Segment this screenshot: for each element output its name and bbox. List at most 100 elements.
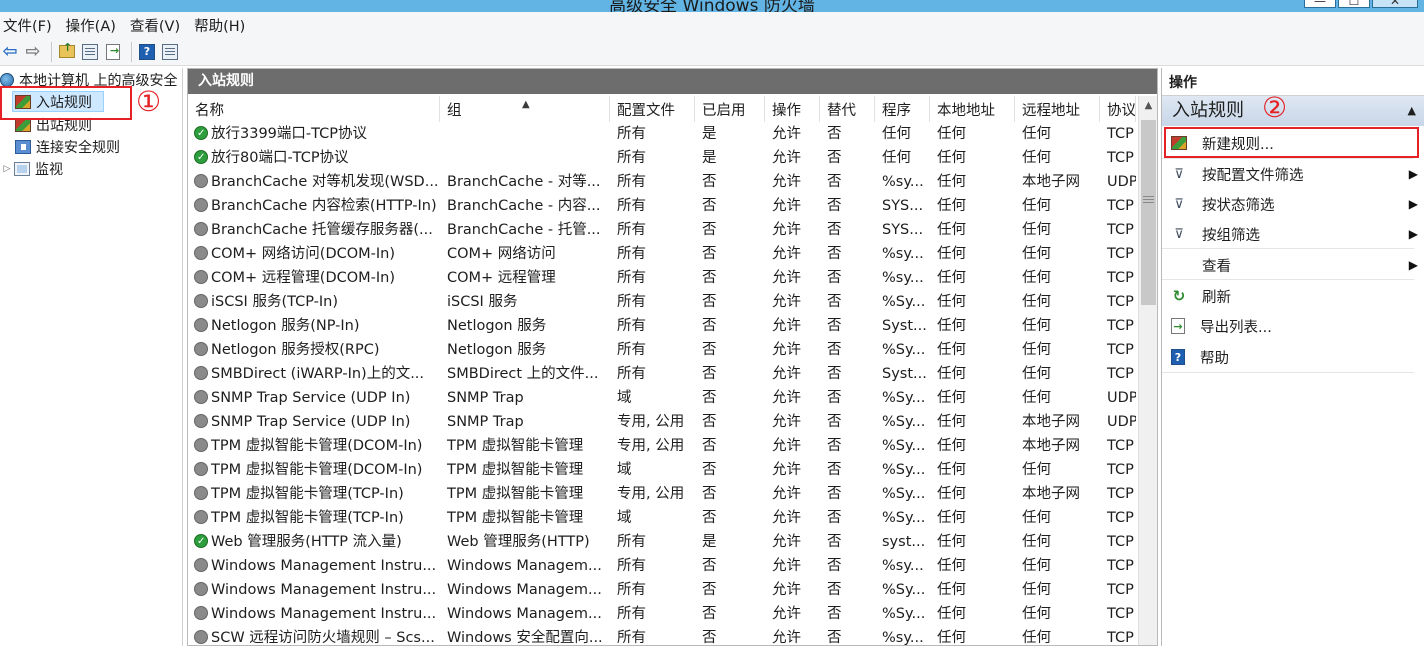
forward-icon[interactable]: ⇨ (23, 41, 43, 62)
cell-remote-address: 任何 (1015, 530, 1100, 554)
minimize-button[interactable]: — (1304, 0, 1336, 8)
rule-disabled-icon (194, 462, 208, 476)
action-item[interactable]: ⊽ 按配置文件筛选 ▶ (1162, 159, 1424, 189)
table-row[interactable]: COM+ 远程管理(DCOM-In) COM+ 远程管理 所有 否 允许 否 %sy... 任… (188, 266, 1136, 290)
cell-name-text: Netlogon 服务授权(RPC) (211, 342, 380, 358)
action-item[interactable]: 查看 ▶ (1162, 250, 1424, 280)
cell-name: TPM 虚拟智能卡管理(TCP-In) (188, 482, 440, 506)
table-row[interactable]: TPM 虚拟智能卡管理(DCOM-In) TPM 虚拟智能卡管理 专用, 公用 否 允许… (188, 434, 1136, 458)
show-hide-tree-button[interactable] (80, 42, 100, 62)
cell-group: TPM 虚拟智能卡管理 (440, 434, 610, 458)
cell-local-address-text: 任何 (937, 486, 966, 502)
expand-arrow-icon[interactable]: ▷ (2, 164, 12, 174)
column-header-local-address[interactable]: 本地地址 (930, 96, 1015, 122)
action-item[interactable]: ? 帮助 (1162, 342, 1424, 372)
table-row[interactable]: COM+ 网络访问(DCOM-In) COM+ 网络访问 所有 否 允许 否 %sy... 任… (188, 242, 1136, 266)
table-row[interactable]: TPM 虚拟智能卡管理(TCP-In) TPM 虚拟智能卡管理 专用, 公用 否 允许 否… (188, 482, 1136, 506)
cell-override: 否 (820, 242, 875, 266)
table-row[interactable]: TPM 虚拟智能卡管理(TCP-In) TPM 虚拟智能卡管理 域 否 允许 否 %Sy..… (188, 506, 1136, 530)
menu-action[interactable]: 操作(A) (60, 15, 124, 36)
scrollbar-grip-icon (1143, 196, 1154, 197)
help-button[interactable]: ? (137, 42, 157, 62)
vertical-scrollbar[interactable]: ▲ (1138, 96, 1157, 645)
annotation-number-two: ② (1262, 91, 1288, 124)
action-item[interactable]: ↻ 刷新 (1162, 281, 1424, 311)
table-row[interactable]: TPM 虚拟智能卡管理(DCOM-In) TPM 虚拟智能卡管理 域 否 允许 否 %Sy.… (188, 458, 1136, 482)
table-row[interactable]: SNMP Trap Service (UDP In) SNMP Trap 域 否 允许 否… (188, 386, 1136, 410)
cell-group-text: BranchCache - 托管... (447, 222, 601, 238)
column-header-override[interactable]: 替代 (820, 96, 875, 122)
navigation-tree: 本地计算机 上的高级安全 入站规则 出站规则 连接安全规则 ▷ 监视 (0, 68, 183, 646)
cell-local-address: 任何 (930, 578, 1015, 602)
cell-program: %Sy... (875, 602, 930, 626)
tree-item-monitoring[interactable]: ▷ 监视 (2, 158, 63, 180)
cell-enabled: 否 (695, 218, 765, 242)
column-header-action[interactable]: 操作 (765, 96, 820, 122)
cell-protocol-text: TCP (1107, 294, 1134, 310)
table-row[interactable]: SMBDirect (iWARP-In)上的文... SMBDirect 上的文件… (188, 362, 1136, 386)
cell-profile-text: 所有 (617, 198, 646, 214)
cell-local-address-text: 任何 (937, 582, 966, 598)
cell-name: BranchCache 内容检索(HTTP-In) (188, 194, 440, 218)
cell-action-text: 允许 (772, 486, 801, 502)
cell-group: SNMP Trap (440, 410, 610, 434)
table-row[interactable]: 放行80端口-TCP协议 所有 是 允许 否 任何 任何 任何 TCP (188, 146, 1136, 170)
action-item[interactable]: → 导出列表... (1162, 311, 1424, 341)
table-row[interactable]: Windows Management Instru... Windows Mana… (188, 578, 1136, 602)
table-row[interactable]: BranchCache 内容检索(HTTP-In) BranchCache - 内… (188, 194, 1136, 218)
collapse-icon[interactable]: ▲ (1408, 96, 1416, 126)
column-header-profile[interactable]: 配置文件 (610, 96, 695, 122)
cell-local-address-text: 任何 (937, 222, 966, 238)
cell-enabled: 否 (695, 434, 765, 458)
export-button[interactable] (103, 42, 123, 62)
table-row[interactable]: 放行3399端口-TCP协议 所有 是 允许 否 任何 任何 任何 TCP (188, 122, 1136, 146)
scroll-up-icon[interactable]: ▲ (1139, 96, 1157, 116)
maximize-button[interactable]: ☐ (1338, 0, 1370, 8)
table-row[interactable]: Windows Management Instru... Windows Mana… (188, 554, 1136, 578)
cell-group: Windows 安全配置向... (440, 626, 610, 645)
cell-group-text: SMBDirect 上的文件... (447, 366, 599, 382)
table-row[interactable]: Netlogon 服务授权(RPC) Netlogon 服务 所有 否 允许 否 %Sy..… (188, 338, 1136, 362)
cell-local-address: 任何 (930, 122, 1015, 146)
table-row[interactable]: SCW 远程访问防火墙规则 – Scs... Windows 安全配置向... 所有… (188, 626, 1136, 645)
cell-program: syst... (875, 530, 930, 554)
column-header-protocol[interactable]: 协议 (1100, 96, 1136, 122)
table-row[interactable]: Netlogon 服务(NP-In) Netlogon 服务 所有 否 允许 否 Syst.… (188, 314, 1136, 338)
show-action-pane-button[interactable] (160, 42, 180, 62)
cell-enabled-text: 否 (702, 174, 717, 190)
action-item[interactable]: ⊽ 按状态筛选 ▶ (1162, 189, 1424, 219)
cell-enabled: 否 (695, 578, 765, 602)
cell-local-address: 任何 (930, 482, 1015, 506)
table-row[interactable]: iSCSI 服务(TCP-In) iSCSI 服务 所有 否 允许 否 %Sy... 任何 任何… (188, 290, 1136, 314)
up-level-button[interactable] (57, 41, 77, 62)
tree-item-connection-security[interactable]: 连接安全规则 (15, 136, 120, 158)
scrollbar-thumb[interactable] (1141, 120, 1156, 305)
cell-override-text: 否 (827, 390, 842, 406)
table-row[interactable]: BranchCache 对等机发现(WSD... BranchCache - 对等… (188, 170, 1136, 194)
column-header-program[interactable]: 程序 (875, 96, 930, 122)
cell-program: %Sy... (875, 482, 930, 506)
table-row[interactable]: SNMP Trap Service (UDP In) SNMP Trap 专用, 公… (188, 410, 1136, 434)
cell-override-text: 否 (827, 606, 842, 622)
actions-title: 操作 (1162, 68, 1424, 96)
close-button[interactable]: ✕ (1372, 0, 1418, 8)
action-item[interactable]: ⊽ 按组筛选 ▶ (1162, 219, 1424, 249)
cell-local-address: 任何 (930, 290, 1015, 314)
column-header-remote-address[interactable]: 远程地址 (1015, 96, 1100, 122)
back-icon[interactable]: ⇦ (0, 41, 20, 62)
cell-action-text: 允许 (772, 150, 801, 166)
actions-section-inbound-rules[interactable]: 入站规则 ▲ (1162, 96, 1424, 126)
cell-local-address: 任何 (930, 626, 1015, 645)
table-row[interactable]: Windows Management Instru... Windows Mana… (188, 602, 1136, 626)
cell-protocol-text: TCP (1107, 462, 1134, 478)
table-row[interactable]: BranchCache 托管缓存服务器(... BranchCache - 托管.… (188, 218, 1136, 242)
menu-help[interactable]: 帮助(H) (188, 15, 253, 36)
menu-view[interactable]: 查看(V) (124, 15, 188, 36)
column-header-enabled[interactable]: 已启用 (695, 96, 765, 122)
column-header-name[interactable]: 名称 (188, 96, 440, 122)
table-row[interactable]: Web 管理服务(HTTP 流入量) Web 管理服务(HTTP) 所有 是 允许 否 sy… (188, 530, 1136, 554)
submenu-arrow-icon: ▶ (1408, 197, 1418, 211)
menu-file[interactable]: 文件(F) (0, 15, 60, 36)
minimize-icon: — (1314, 0, 1326, 8)
cell-protocol-text: TCP (1107, 150, 1134, 166)
